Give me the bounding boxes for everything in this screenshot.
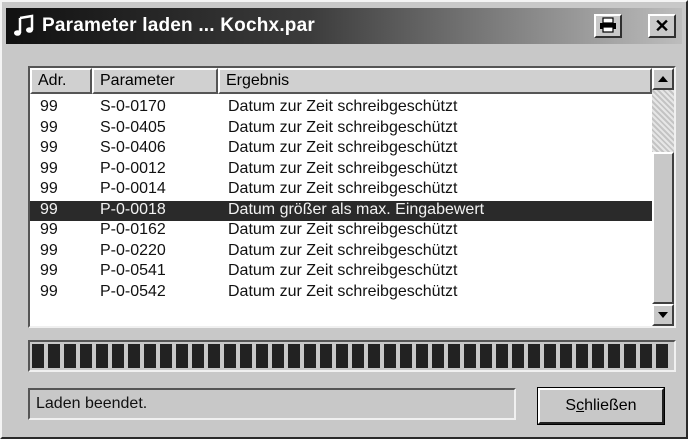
scroll-down-button[interactable]: [652, 304, 674, 326]
music-note-icon: [12, 14, 36, 38]
cell-adr: 99: [40, 241, 58, 259]
close-button[interactable]: Sc hließen: [537, 387, 665, 425]
print-button[interactable]: [594, 14, 622, 38]
cell-adr: 99: [40, 180, 58, 197]
cell-parameter: S-0-0406: [100, 139, 166, 156]
cell-ergebnis: Datum größer als max. Eingabewert: [228, 200, 485, 218]
close-button-label: hließen: [584, 397, 637, 414]
list-rows: 99 S-0-0170 Datum zur Zeit schreibgeschütz…: [30, 98, 652, 303]
title-bar[interactable]: Parameter laden ... Kochx.par ✕: [6, 8, 682, 44]
progress-bar: [28, 340, 676, 372]
table-row[interactable]: 99 P-0-0012 Datum zur Zeit schreibgeschütz…: [30, 160, 652, 181]
table-row[interactable]: 99 P-0-0162 Datum zur Zeit schreibgeschütz…: [30, 221, 652, 242]
table-row[interactable]: 99 P-0-0541 Datum zur Zeit schreibgeschütz…: [30, 262, 652, 283]
table-row[interactable]: 99 S-0-0405 Datum zur Zeit schreibgeschütz…: [30, 119, 652, 140]
cell-ergebnis: Datum zur Zeit schreibgeschützt: [228, 262, 458, 279]
cell-adr: 99: [40, 159, 58, 177]
cell-ergebnis: Datum zur Zeit schreibgeschützt: [228, 159, 458, 177]
arrow-down-icon: [658, 312, 668, 318]
cell-ergebnis: Datum zur Zeit schreibgeschützt: [228, 180, 458, 197]
cell-adr: 99: [40, 118, 58, 136]
close-window-button[interactable]: ✕: [648, 14, 676, 38]
table-row[interactable]: 99 S-0-0406 Datum zur Zeit schreibgeschütz…: [30, 139, 652, 160]
cell-ergebnis: Datum zur Zeit schreibgeschützt: [228, 221, 458, 238]
progress-fill: [32, 344, 672, 368]
close-button-label: S: [565, 397, 577, 414]
table-row[interactable]: 99 P-0-0018 Datum größer als max. Eingabew…: [30, 200, 652, 221]
table-row[interactable]: 99 P-0-0220 Datum zur Zeit schreibgeschütz…: [30, 242, 652, 263]
cell-ergebnis: Datum zur Zeit schreibgeschützt: [228, 118, 458, 136]
cell-ergebnis: Datum zur Zeit schreibgeschützt: [228, 98, 458, 115]
cell-parameter: P-0-0541: [100, 262, 166, 279]
cell-adr: 99: [40, 221, 58, 238]
printer-icon: [599, 16, 617, 36]
cell-parameter: P-0-0542: [100, 282, 166, 300]
scroll-thumb[interactable]: [652, 152, 674, 304]
result-list[interactable]: Adr. Parameter Ergebnis 99 S-0-0170 Datum …: [28, 66, 676, 328]
cell-parameter: P-0-0162: [100, 221, 166, 238]
cell-adr: 99: [40, 282, 58, 300]
cell-adr: 99: [40, 200, 58, 218]
list-header: Adr. Parameter Ergebnis: [30, 68, 652, 94]
window-title: Parameter laden ... Kochx.par: [42, 15, 315, 36]
cell-adr: 99: [40, 98, 58, 115]
close-button-label: c: [576, 397, 585, 414]
cell-ergebnis: Datum zur Zeit schreibgeschützt: [228, 282, 458, 300]
table-row[interactable]: 99 S-0-0170 Datum zur Zeit schreibgeschütz…: [30, 98, 652, 119]
status-text: Laden beendet.: [28, 388, 516, 420]
vertical-scrollbar[interactable]: [652, 68, 674, 326]
table-row[interactable]: 99 P-0-0014 Datum zur Zeit schreibgeschütz…: [30, 180, 652, 201]
cell-parameter: P-0-0220: [100, 241, 166, 259]
cell-parameter: P-0-0018: [100, 200, 166, 218]
column-header-parameter[interactable]: Parameter: [92, 68, 218, 94]
column-header-adr[interactable]: Adr.: [30, 68, 92, 94]
cell-parameter: P-0-0012: [100, 159, 166, 177]
cell-parameter: S-0-0405: [100, 118, 166, 136]
cell-parameter: S-0-0170: [100, 98, 166, 115]
cell-parameter: P-0-0014: [100, 180, 166, 197]
table-row[interactable]: 99 P-0-0542 Datum zur Zeit schreibgeschütz…: [30, 283, 652, 304]
cell-adr: 99: [40, 262, 58, 279]
cell-adr: 99: [40, 139, 58, 156]
dialog-window: Parameter laden ... Kochx.par ✕ Adr. Par…: [0, 0, 688, 439]
scroll-up-button[interactable]: [652, 68, 674, 90]
column-header-ergebnis[interactable]: Ergebnis: [218, 68, 652, 94]
close-icon: ✕: [654, 16, 670, 36]
arrow-up-icon: [658, 76, 668, 82]
cell-ergebnis: Datum zur Zeit schreibgeschützt: [228, 241, 458, 259]
cell-ergebnis: Datum zur Zeit schreibgeschützt: [228, 139, 458, 156]
